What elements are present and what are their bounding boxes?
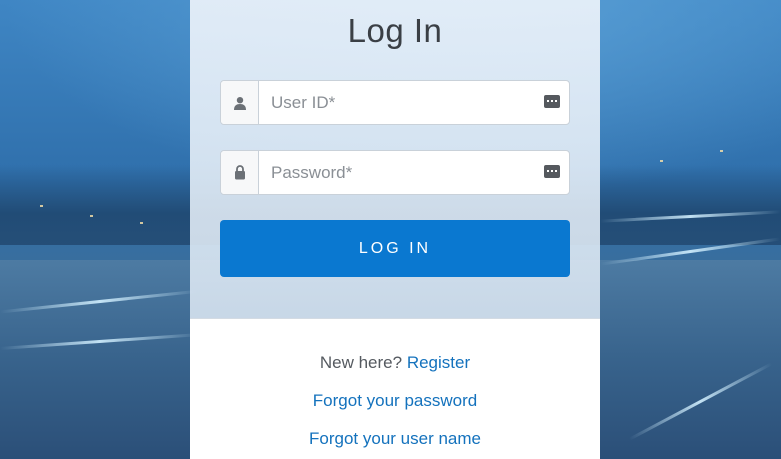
login-panel: Log In User ID* LOG IN New here? Registe… xyxy=(190,0,600,459)
city-light xyxy=(660,160,663,162)
login-page: Log In User ID* LOG IN New here? Registe… xyxy=(0,0,781,459)
register-row: New here? Register xyxy=(190,353,600,373)
keyboard-icon[interactable] xyxy=(544,165,560,178)
password-input[interactable] xyxy=(259,151,541,194)
keyboard-icon[interactable] xyxy=(544,95,560,108)
city-light xyxy=(140,222,143,224)
login-button[interactable]: LOG IN xyxy=(220,220,570,277)
city-light xyxy=(40,205,43,207)
forgot-password-link[interactable]: Forgot your password xyxy=(313,391,477,410)
user-id-input[interactable] xyxy=(259,81,541,124)
forgot-username-link[interactable]: Forgot your user name xyxy=(309,429,481,448)
city-light xyxy=(90,215,93,217)
forgot-username-row: Forgot your user name xyxy=(190,429,600,449)
password-field[interactable] xyxy=(220,150,570,195)
user-id-field[interactable] xyxy=(220,80,570,125)
register-link[interactable]: Register xyxy=(407,353,470,372)
new-here-text: New here? xyxy=(319,353,403,372)
login-form-area: Log In User ID* LOG IN xyxy=(190,0,600,318)
login-links-area: New here? Register Forgot your password … xyxy=(190,318,600,459)
user-icon xyxy=(221,81,259,124)
city-light xyxy=(720,150,723,152)
lock-icon xyxy=(221,151,259,194)
forgot-password-row: Forgot your password xyxy=(190,391,600,411)
page-title: Log In xyxy=(347,12,443,49)
